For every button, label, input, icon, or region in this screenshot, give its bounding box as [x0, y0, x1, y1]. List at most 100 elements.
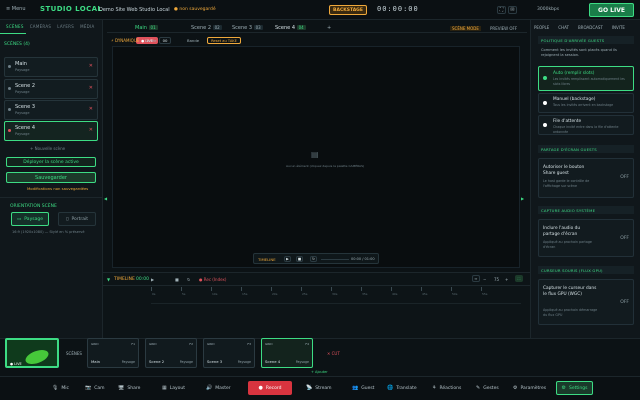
scene-item-main[interactable]: Main Paysage ✕ [4, 57, 98, 77]
go-live-button[interactable]: GO LIVE [589, 3, 634, 17]
zoom-fit-icon[interactable]: ⇔ [472, 275, 480, 282]
layout-button[interactable]: ▦ Layout [162, 381, 185, 395]
scene-tab-4[interactable]: Scene 4 04 [275, 25, 306, 31]
menu-button[interactable]: ≡ Menu [6, 6, 26, 12]
bitrate-indicator: 3000kbps [537, 7, 560, 12]
stop-icon[interactable]: ■ [296, 256, 303, 262]
ruler-tick [301, 287, 302, 291]
ruler-tick-label: 35s [362, 292, 368, 296]
scene-thumb-3[interactable]: GRID F3 Scene 3 Paysage [203, 338, 255, 368]
scene-thumb-4[interactable]: GRID F4 Scene 4 Paysage [261, 338, 313, 368]
scene-tab-3[interactable]: Scene 3 03 [232, 25, 263, 31]
play-icon[interactable]: ▶ [284, 256, 291, 262]
tab-layers[interactable]: LAYERS [57, 24, 74, 29]
scene-item-4[interactable]: Scene 4 Paysage ✕ [4, 121, 98, 141]
tab-people[interactable]: PEOPLE [534, 25, 549, 30]
portrait-toggle[interactable]: ▯ Portrait [58, 212, 96, 226]
timeline-collapse-icon[interactable]: ▼ [107, 277, 110, 282]
thumb-layout: GRID [149, 342, 157, 346]
live-preview-thumb[interactable]: ● LIVE [5, 338, 59, 368]
arrival-option-manual[interactable]: Manuel (backstage) Tous les invités arri… [538, 93, 634, 113]
timeline-stop-icon[interactable]: ■ [175, 277, 179, 282]
arrival-option-queue[interactable]: File d'attente Chaque invité entre dans … [538, 115, 634, 135]
scene-name: Main [15, 61, 27, 67]
ruler-tick-label: 25s [302, 292, 308, 296]
duration-input[interactable]: 00 [159, 37, 171, 44]
tab-broadcast[interactable]: BROADCAST [578, 25, 603, 30]
reactions-button[interactable]: ⚘ Réactions [432, 381, 461, 395]
tab-chat[interactable]: CHAT [558, 25, 569, 30]
timeline-ruler[interactable]: 0s 5s 10s 15s 20s 25s 30s 35s 40s 45s 50s 55s [151, 287, 511, 299]
player-progress-track[interactable] [321, 259, 349, 260]
cut-button[interactable]: ✕ CUT [327, 351, 340, 356]
scene-thumb-2[interactable]: GRID F2 Scene 2 Paysage [145, 338, 197, 368]
zoom-in-icon[interactable]: + [505, 277, 508, 282]
reset-take-button[interactable]: Reset au TAKE [207, 37, 241, 44]
scene-item-3[interactable]: Scene 3 Paysage ✕ [4, 100, 98, 120]
site-name: Demo Site Web Studio Local [99, 7, 170, 13]
next-scene-arrow-icon[interactable]: ▶ [521, 196, 524, 201]
mic-button[interactable]: 🎙 Mic [52, 381, 69, 395]
scene-item-2[interactable]: Scene 2 Paysage ✕ [4, 79, 98, 99]
cursor-toggle[interactable]: OFF [620, 300, 629, 305]
cam-button[interactable]: 📷 Cam [85, 381, 105, 395]
cam-label: Cam [94, 385, 105, 391]
landscape-toggle[interactable]: ▭ Paysage [11, 212, 49, 226]
deploy-scene-button[interactable]: Déployer la scène active [6, 157, 96, 167]
timeline-rec-button[interactable]: ● Rec (Index) [199, 277, 226, 282]
timeline-play-icon[interactable]: ▶ [151, 277, 154, 282]
notifications-icon[interactable]: ✉ [508, 6, 517, 14]
tab-cameras[interactable]: CAMÉRAS [30, 24, 52, 29]
prev-scene-arrow-icon[interactable]: ◀ [104, 196, 107, 201]
scene-tab-main[interactable]: Main 01 [135, 25, 158, 31]
fullscreen-icon[interactable]: ⛶ [497, 6, 506, 14]
save-button[interactable]: Sauvegarder [6, 172, 96, 183]
loop-icon[interactable]: ↻ [310, 256, 317, 262]
delete-scene-icon[interactable]: ✕ [89, 63, 93, 69]
scene-thumb-main[interactable]: GRID F1 Main Paysage [87, 338, 139, 368]
thumb-hotkey: F4 [305, 342, 309, 346]
stream-button[interactable]: 📡 Stream [306, 381, 332, 395]
settings-button[interactable]: ⚙ Settings [556, 381, 593, 395]
arrival-option-auto[interactable]: Auto (remplir slots) Les invités remplis… [538, 66, 634, 91]
audio-capture-toggle[interactable]: OFF [620, 236, 629, 241]
gestures-button[interactable]: ✎ Gestes [476, 381, 499, 395]
zoom-level: 75 [494, 277, 500, 282]
timeline-loop-icon[interactable]: ↻ [187, 277, 190, 282]
backstage-button[interactable]: BACKSTAGE [329, 5, 367, 15]
scene-tab-2[interactable]: Scene 2 02 [191, 25, 222, 31]
layout-label: Layout [169, 385, 186, 391]
timeline-panel: ▼ TIMELINE 00:00 ▶ ■ ↻ ● Rec (Index) ⇔ −… [103, 272, 530, 338]
zoom-out-icon[interactable]: − [483, 277, 486, 282]
tab-invite[interactable]: INVITE [612, 25, 625, 30]
parameters-button[interactable]: ⚙ Paramètres [513, 381, 546, 395]
timeline-fullscreen-icon[interactable]: ⛶ [515, 275, 523, 282]
arrival-policy-title: POLITIQUE D'ARRIVÉE GUESTS [538, 36, 634, 44]
share-guest-toggle[interactable]: OFF [620, 175, 629, 180]
thumb-layout: GRID [207, 342, 215, 346]
portrait-label: Portrait [71, 216, 89, 222]
add-scene-button[interactable]: + Ajouter [311, 370, 328, 374]
parameters-label: Paramètres [520, 385, 547, 391]
bandeau-toggle[interactable]: Bande [187, 38, 199, 43]
add-scene-tab-icon[interactable]: + [327, 25, 331, 31]
tab-scenes[interactable]: SCÈNES [6, 24, 24, 29]
ruler-tick-label: 0s [152, 292, 156, 296]
option-desc: Tous les invités arrivent en backstage [553, 103, 614, 107]
delete-scene-icon[interactable]: ✕ [89, 106, 93, 112]
record-button[interactable]: ● Record [248, 381, 292, 395]
delete-scene-icon[interactable]: ✕ [89, 127, 93, 133]
new-scene-link[interactable]: + Nouvelle scène [30, 146, 65, 151]
scene-status-dot [8, 87, 11, 90]
preview-toggle[interactable]: PREVIEW OFF [490, 26, 517, 31]
cursor-card: Capturer le curseur dans le flux GPU (WG… [538, 279, 634, 325]
master-button[interactable]: 🔊 Master [206, 381, 231, 395]
guest-button[interactable]: 👥 Guest [352, 381, 374, 395]
ruler-tick-label: 15s [242, 292, 248, 296]
thumb-hotkey: F3 [247, 342, 251, 346]
share-button[interactable]: 🖥 Share [118, 381, 140, 395]
translate-button[interactable]: 🌐 Translate [387, 381, 417, 395]
delete-scene-icon[interactable]: ✕ [89, 85, 93, 91]
screen-share-title: PARTAGE D'ÉCRAN GUESTS [538, 145, 634, 153]
tab-media[interactable]: MÉDIA [80, 24, 94, 29]
